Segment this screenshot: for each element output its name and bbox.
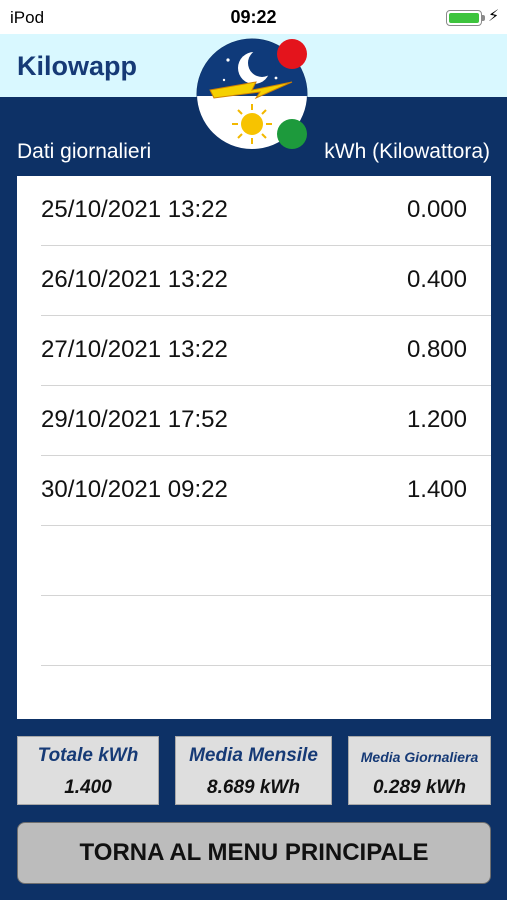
list-item-empty[interactable] xyxy=(41,596,491,666)
monthly-average-label: Media Mensile xyxy=(189,745,318,766)
monthly-average-box: Media Mensile 8.689 kWh xyxy=(175,736,332,805)
app-title: Kilowapp xyxy=(17,51,137,81)
daily-average-value: 0.289 kWh xyxy=(373,777,466,798)
list-item[interactable]: 30/10/2021 09:22 1.400 xyxy=(41,456,491,526)
reading-value: 1.200 xyxy=(406,406,467,433)
reading-datetime: 27/10/2021 13:22 xyxy=(41,336,228,363)
reading-datetime: 29/10/2021 17:52 xyxy=(41,406,228,433)
reading-datetime: 26/10/2021 13:22 xyxy=(41,266,228,293)
reading-value: 0.000 xyxy=(406,196,467,223)
total-kwh-label: Totale kWh xyxy=(37,745,139,766)
list-item-empty[interactable] xyxy=(41,526,491,596)
list-item[interactable]: 29/10/2021 17:52 1.200 xyxy=(41,386,491,456)
readings-list[interactable]: 25/10/2021 13:22 0.000 26/10/2021 13:22 … xyxy=(17,176,491,719)
reading-value: 0.800 xyxy=(406,336,467,363)
list-item[interactable]: 25/10/2021 13:22 0.000 xyxy=(41,176,491,246)
moon-lightning-sun-logo-icon xyxy=(196,38,308,150)
unit-heading: kWh (Kilowattora) xyxy=(324,140,490,163)
reading-value: 1.400 xyxy=(406,476,467,503)
list-item[interactable]: 27/10/2021 13:22 0.800 xyxy=(41,316,491,386)
battery-tip xyxy=(482,15,485,21)
back-to-main-menu-button[interactable]: TORNA AL MENU PRINCIPALE xyxy=(17,822,491,884)
status-bar: iPod 09:22 xyxy=(0,0,507,34)
battery-icon xyxy=(446,10,482,26)
list-item[interactable]: 26/10/2021 13:22 0.400 xyxy=(41,246,491,316)
reading-value: 0.400 xyxy=(406,266,467,293)
total-kwh-value: 1.400 xyxy=(64,777,112,798)
total-kwh-box: Totale kWh 1.400 xyxy=(17,736,159,805)
reading-datetime: 25/10/2021 13:22 xyxy=(41,196,228,223)
charging-bolt-icon: ⚡︎ xyxy=(488,8,500,25)
daily-average-box: Media Giornaliera 0.289 kWh xyxy=(348,736,491,805)
reading-datetime: 30/10/2021 09:22 xyxy=(41,476,228,503)
monthly-average-value: 8.689 kWh xyxy=(207,777,300,798)
daily-average-label: Media Giornaliera xyxy=(360,749,479,765)
clock: 09:22 xyxy=(230,7,277,27)
daily-data-heading: Dati giornalieri xyxy=(17,140,152,163)
